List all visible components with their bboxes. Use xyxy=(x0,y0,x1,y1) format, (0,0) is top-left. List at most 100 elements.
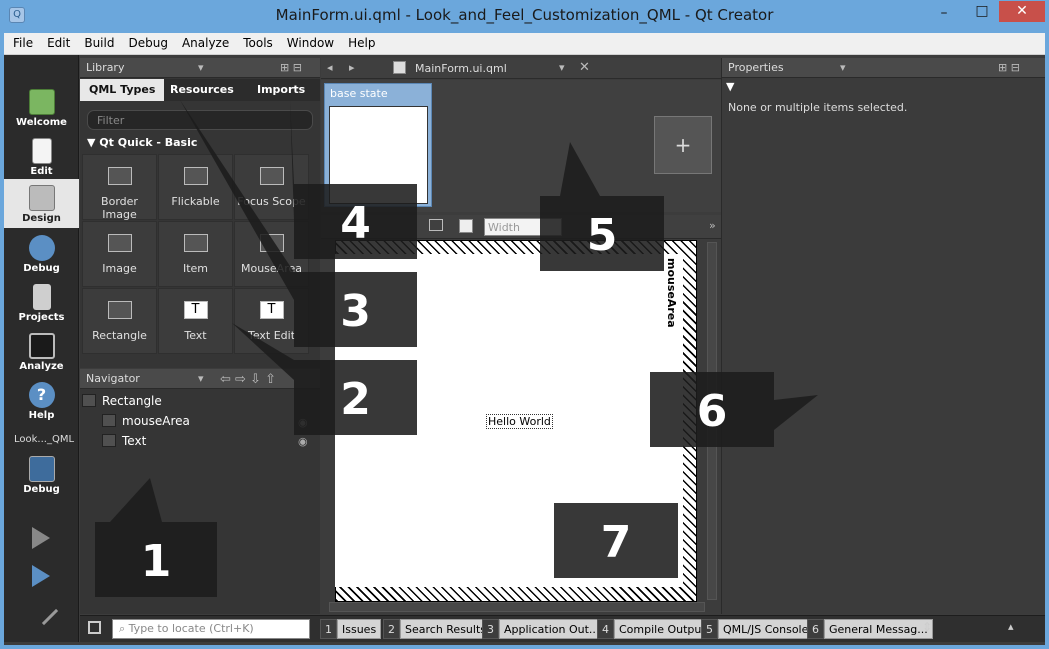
tree-item-rectangle[interactable]: Rectangle xyxy=(82,394,162,408)
menu-help[interactable]: Help xyxy=(339,33,380,50)
output-tab-issues[interactable]: 1 Issues xyxy=(320,619,382,639)
mode-debug[interactable]: Debug xyxy=(4,229,79,278)
output-tab-compile-output[interactable]: 4 Compile Output xyxy=(597,619,711,639)
library-item-flickable[interactable]: Flickable xyxy=(158,154,233,220)
menu-file[interactable]: File xyxy=(4,33,38,50)
text-icon: T xyxy=(183,301,208,319)
library-item-border-image[interactable]: Border Image xyxy=(82,154,157,221)
mode-label: Debug xyxy=(23,263,60,274)
tree-label: mouseArea xyxy=(122,414,190,428)
horizontal-scrollbar[interactable] xyxy=(329,602,705,612)
item-label: Image xyxy=(102,262,137,275)
item-label: MouseArea xyxy=(240,262,302,275)
tab-number: 3 xyxy=(482,619,499,639)
close-button[interactable]: ✕ xyxy=(999,1,1045,22)
locator-input[interactable]: ⌕ Type to locate (Ctrl+K) xyxy=(112,619,310,639)
sidebar-toggle-icon[interactable] xyxy=(88,621,101,634)
expand-panel-icon[interactable]: ▴ xyxy=(1008,620,1014,633)
output-tab-application-output[interactable]: 3 Application Out... xyxy=(482,619,605,639)
tab-label: QML/JS Console xyxy=(718,619,814,639)
menu-analyze[interactable]: Analyze xyxy=(173,33,234,50)
projects-icon xyxy=(32,284,51,310)
split-icon[interactable]: ⊞ ⊟ xyxy=(998,61,1020,74)
item-label: Item xyxy=(182,262,209,275)
rectangle-node-icon xyxy=(82,394,96,407)
tab-imports[interactable]: Imports xyxy=(248,79,314,101)
properties-title: Properties xyxy=(728,61,784,74)
mode-edit[interactable]: Edit xyxy=(4,132,79,181)
menu-build[interactable]: Build xyxy=(75,33,119,50)
mode-welcome[interactable]: Welcome xyxy=(4,83,79,132)
build-hammer-icon[interactable] xyxy=(29,596,59,626)
tab-qml-types[interactable]: QML Types xyxy=(80,79,165,101)
callout-2: 2 xyxy=(294,360,417,435)
mode-analyze[interactable]: Analyze xyxy=(4,327,79,376)
item-label: Flickable xyxy=(171,195,220,208)
add-state-button[interactable]: + xyxy=(654,116,712,174)
status-bar: ⌕ Type to locate (Ctrl+K) 1 Issues 2 Searc… xyxy=(80,615,1045,642)
help-icon: ? xyxy=(28,382,55,408)
mode-design[interactable]: Design xyxy=(4,179,79,228)
debug-run-icon[interactable] xyxy=(32,565,50,587)
library-item-text[interactable]: T Text xyxy=(158,288,233,354)
section-qt-quick-basic[interactable]: ▼ Qt Quick - Basic xyxy=(80,136,320,152)
menu-tools[interactable]: Tools xyxy=(234,33,278,50)
open-file-name[interactable]: MainForm.ui.qml xyxy=(415,62,507,75)
properties-panel: Properties ▾ ⊞ ⊟ ▼ None or multiple items … xyxy=(721,58,1045,614)
tab-label: Search Results xyxy=(400,619,492,639)
library-item-image[interactable]: Image xyxy=(82,221,157,287)
chevron-down-icon[interactable]: ▾ xyxy=(198,372,204,385)
boundaries-icon[interactable] xyxy=(429,219,443,231)
tree-item-mousearea[interactable]: mouseArea xyxy=(102,414,190,428)
menu-bar: File Edit Build Debug Analyze Tools Window Help xyxy=(4,33,1045,55)
split-icon[interactable]: ⊞ ⊟ xyxy=(280,61,302,74)
chevron-down-icon[interactable]: ▾ xyxy=(198,61,204,74)
mode-projects[interactable]: Projects xyxy=(4,278,79,327)
analyze-monitor-icon xyxy=(28,333,55,359)
visibility-eye-icon[interactable]: ◉ xyxy=(298,435,308,448)
chevron-down-icon[interactable]: ▾ xyxy=(559,61,565,74)
chevron-down-icon[interactable]: ▾ xyxy=(840,61,846,74)
output-tab-general-messages[interactable]: 6 General Messag... xyxy=(807,619,933,639)
tree-label: Text xyxy=(122,434,147,448)
text-edit-icon: T xyxy=(259,301,284,319)
monitor-icon xyxy=(28,456,55,482)
border-image-icon xyxy=(107,167,132,185)
library-panel: Library ▾ ⊞ ⊟ QML Types Resources Imports … xyxy=(80,58,320,368)
output-tab-qml-console[interactable]: 5 QML/JS Console xyxy=(701,619,814,639)
kit-selector[interactable]: Debug xyxy=(4,450,79,499)
tab-resources[interactable]: Resources xyxy=(161,79,243,101)
minimize-button[interactable]: – xyxy=(924,3,964,25)
maximize-button[interactable]: □ xyxy=(962,1,1002,23)
qml-file-icon xyxy=(393,61,406,74)
mode-label: Welcome xyxy=(16,117,67,128)
run-icon[interactable] xyxy=(32,527,50,549)
forward-icon[interactable]: ▸ xyxy=(349,61,355,74)
move-arrows-icon[interactable]: ⇦ ⇨ ⇩ ⇧ xyxy=(220,372,276,387)
output-tab-search-results[interactable]: 2 Search Results xyxy=(383,619,492,639)
hello-world-text[interactable]: Hello World xyxy=(486,414,553,429)
expand-arrow-icon[interactable]: ▼ xyxy=(726,80,734,93)
callout-5: 5 xyxy=(540,196,664,271)
mouse-area-label: mouseArea xyxy=(665,258,678,328)
mode-label: Edit xyxy=(30,166,53,177)
menu-edit[interactable]: Edit xyxy=(38,33,75,50)
mode-label: Design xyxy=(22,213,61,224)
menu-window[interactable]: Window xyxy=(278,33,339,50)
back-icon[interactable]: ◂ xyxy=(327,61,333,74)
debug-bug-icon xyxy=(28,235,55,261)
overflow-chevron-icon[interactable]: » xyxy=(709,219,716,232)
library-item-item[interactable]: Item xyxy=(158,221,233,287)
collapse-arrow-icon: ▼ xyxy=(87,136,100,149)
color-icon[interactable] xyxy=(459,219,473,233)
kit-target-label: Debug xyxy=(23,484,60,495)
more-tabs-icon[interactable]: ⇕ xyxy=(922,620,932,634)
menu-debug[interactable]: Debug xyxy=(119,33,172,50)
library-item-rectangle[interactable]: Rectangle xyxy=(82,288,157,354)
mode-help[interactable]: ? Help xyxy=(4,376,79,425)
close-document-icon[interactable]: ✕ xyxy=(579,60,590,75)
state-label: base state xyxy=(330,87,388,100)
tree-item-text[interactable]: Text xyxy=(102,434,146,448)
mode-label: Projects xyxy=(18,312,65,323)
filter-input[interactable]: Filter xyxy=(87,110,313,130)
